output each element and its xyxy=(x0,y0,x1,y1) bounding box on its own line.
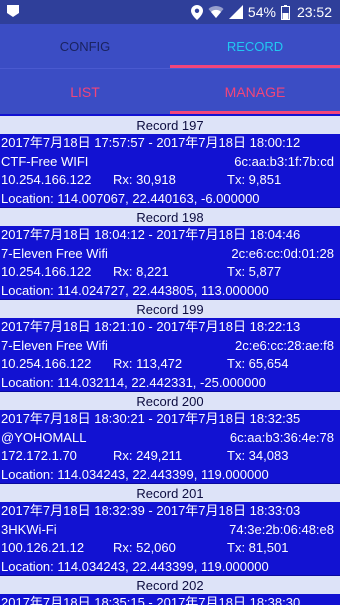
record-mac: 2c:e6:cc:28:ae:f8 xyxy=(234,337,334,353)
record-rx: Rx: 113,472 xyxy=(113,356,183,371)
location-icon xyxy=(190,4,203,20)
record-item[interactable]: Record 201 2017年7月18日 18:32:39 - 2017年7月… xyxy=(0,484,340,576)
record-rx: Rx: 30,918 xyxy=(113,172,176,187)
record-item[interactable]: Record 199 2017年7月18日 18:21:10 - 2017年7月… xyxy=(0,300,340,392)
record-time-range: 2017年7月18日 18:21:10 - 2017年7月18日 18:22:1… xyxy=(1,319,301,334)
tab-list[interactable]: LIST xyxy=(0,69,170,114)
record-mac: 2c:e6:cc:0d:01:28 xyxy=(231,245,334,261)
record-title: Record 199 xyxy=(0,300,340,318)
battery-percent: 54% xyxy=(247,4,276,20)
record-ip: 172.172.1.70 xyxy=(1,448,77,463)
record-ip: 10.254.166.122 xyxy=(1,356,92,371)
record-tx: Tx: 81,501 xyxy=(227,540,289,555)
screenshot-icon xyxy=(6,4,22,18)
record-ssid: CTF-Free WIFI xyxy=(1,153,89,169)
record-title: Record 197 xyxy=(0,116,340,134)
tab-config[interactable]: CONFIG xyxy=(0,24,170,68)
record-ssid: 7-Eleven Free Wifi xyxy=(1,337,108,353)
record-title: Record 200 xyxy=(0,392,340,410)
record-tx: Tx: 5,877 xyxy=(227,264,282,279)
record-mac: 74:3e:2b:06:48:e8 xyxy=(229,521,334,537)
record-time-range: 2017年7月18日 17:57:57 - 2017年7月18日 18:00:1… xyxy=(1,135,301,150)
record-item[interactable]: Record 197 2017年7月18日 17:57:57 - 2017年7月… xyxy=(0,116,340,208)
record-item[interactable]: Record 200 2017年7月18日 18:30:21 - 2017年7月… xyxy=(0,392,340,484)
record-tx: Tx: 65,654 xyxy=(227,356,289,371)
record-location: Location: 114.034243, 22.443399, 119.000… xyxy=(0,558,340,576)
tab-record[interactable]: RECORD xyxy=(170,24,340,68)
clock: 23:52 xyxy=(296,4,332,20)
record-location: Location: 114.032114, 22.442331, -25.000… xyxy=(0,374,340,392)
battery-icon xyxy=(280,4,290,20)
record-location: Location: 114.024727, 22.443805, 113.000… xyxy=(0,282,340,300)
record-ip: 10.254.166.122 xyxy=(1,264,92,279)
record-rx: Rx: 249,211 xyxy=(113,448,183,463)
record-list[interactable]: Record 197 2017年7月18日 17:57:57 - 2017年7月… xyxy=(0,116,340,605)
record-location: Location: 114.007067, 22.440163, -6.0000… xyxy=(0,190,340,208)
record-title: Record 198 xyxy=(0,208,340,226)
tab-config-label: CONFIG xyxy=(59,38,111,54)
tab-list-label: LIST xyxy=(70,83,100,100)
record-ip: 10.254.166.122 xyxy=(1,172,92,187)
tab-manage-label: MANAGE xyxy=(224,83,286,100)
main-tab-bar: CONFIG RECORD xyxy=(0,24,340,68)
record-title: Record 201 xyxy=(0,484,340,502)
record-time-range: 2017年7月18日 18:32:39 - 2017年7月18日 18:33:0… xyxy=(1,503,301,518)
record-rx: Rx: 52,060 xyxy=(113,540,176,555)
status-bar: 54% 23:52 xyxy=(0,0,340,24)
record-ssid: 7-Eleven Free Wifi xyxy=(1,245,108,261)
record-ssid: @YOHOMALL xyxy=(1,429,87,445)
record-time-range: 2017年7月18日 18:04:12 - 2017年7月18日 18:04:4… xyxy=(1,227,301,242)
record-title: Record 202 xyxy=(0,576,340,594)
record-time-range: 2017年7月18日 18:35:15 - 2017年7月18日 18:38:3… xyxy=(1,595,301,605)
wifi-icon xyxy=(208,5,224,19)
record-mac: 6c:aa:b3:1f:7b:cd xyxy=(234,153,334,169)
record-location: Location: 114.034243, 22.443399, 119.000… xyxy=(0,466,340,484)
record-ssid: 3HKWi-Fi xyxy=(1,521,57,537)
tab-manage[interactable]: MANAGE xyxy=(170,69,340,114)
record-item[interactable]: Record 202 2017年7月18日 18:35:15 - 2017年7月… xyxy=(0,576,340,605)
tab-record-label: RECORD xyxy=(226,38,284,54)
record-mac: 6c:aa:b3:36:4e:78 xyxy=(229,429,334,445)
signal-icon xyxy=(228,5,243,19)
record-item[interactable]: Record 198 2017年7月18日 18:04:12 - 2017年7月… xyxy=(0,208,340,300)
record-rx: Rx: 8,221 xyxy=(113,264,169,279)
record-ip: 100.126.21.12 xyxy=(1,540,85,555)
record-tx: Tx: 9,851 xyxy=(227,172,282,187)
record-tx: Tx: 34,083 xyxy=(227,448,289,463)
sub-tab-bar: LIST MANAGE xyxy=(0,68,340,114)
record-time-range: 2017年7月18日 18:30:21 - 2017年7月18日 18:32:3… xyxy=(1,411,301,426)
